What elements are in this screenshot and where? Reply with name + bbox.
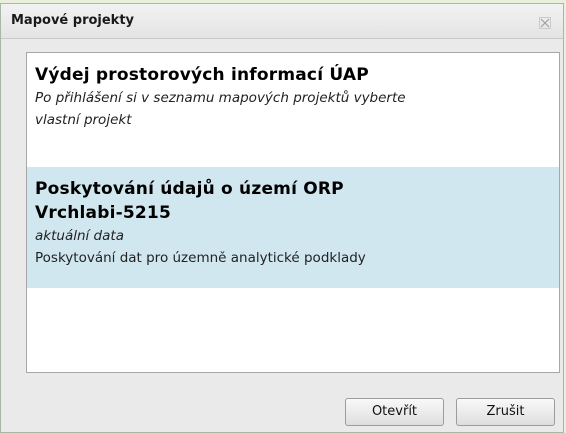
project-subtitle: aktuální data: [35, 228, 124, 244]
open-button[interactable]: Otevřít: [345, 398, 444, 426]
project-list[interactable]: Výdej prostorových informací ÚAP Po přih…: [26, 52, 560, 373]
project-subtitle-line-1: Po přihlášení si v seznamu mapových proj…: [35, 90, 406, 106]
project-item-orp[interactable]: Poskytování údajů o území ORP Vrchlabi-5…: [27, 167, 559, 288]
map-projects-dialog: Mapové projekty Výdej prostorových infor…: [0, 3, 564, 433]
cancel-button[interactable]: Zrušit: [456, 398, 555, 426]
close-icon[interactable]: [539, 14, 551, 29]
project-item-uap[interactable]: Výdej prostorových informací ÚAP Po přih…: [27, 53, 559, 149]
project-description: Poskytování dat pro územně analytické po…: [35, 250, 366, 266]
project-subtitle-line-2: vlastní projekt: [35, 112, 132, 128]
project-title-line-1: Poskytování údajů o území ORP: [35, 179, 344, 199]
project-title: Výdej prostorových informací ÚAP: [35, 65, 369, 85]
dialog-title: Mapové projekty: [11, 13, 135, 28]
dialog-titlebar[interactable]: Mapové projekty: [1, 4, 563, 39]
project-title-line-2: Vrchlabi-5215: [35, 203, 171, 223]
